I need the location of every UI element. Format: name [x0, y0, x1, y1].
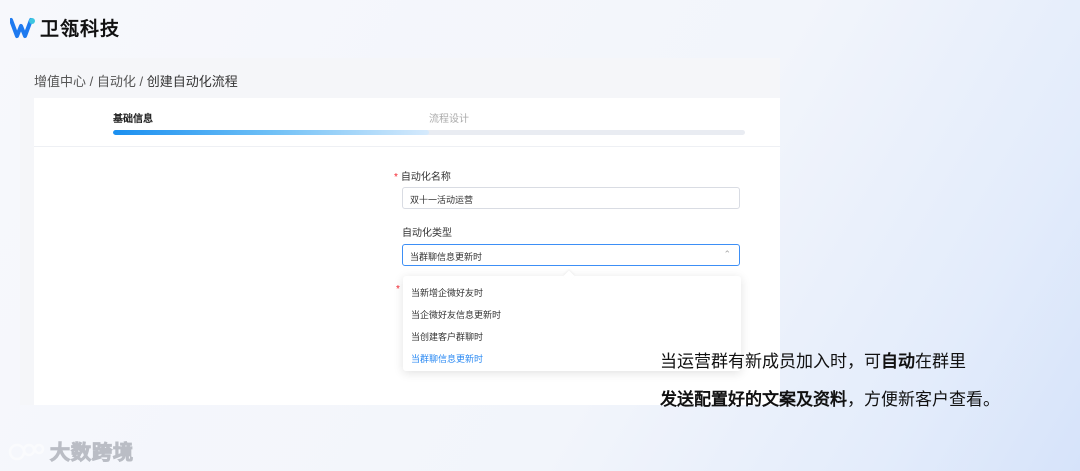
breadcrumb-separator: / [86, 74, 97, 89]
breadcrumb-item-automation[interactable]: 自动化 [97, 74, 136, 89]
steps-bar: 基础信息 流程设计 [34, 98, 780, 147]
caption-line-1: 当运营群有新成员加入时，可自动在群里 [660, 352, 966, 371]
dropdown-option[interactable]: 当新增企微好友时 [411, 286, 483, 299]
required-mark: * [396, 284, 400, 295]
automation-type-select[interactable]: 当群聊信息更新时 ⌃ [402, 244, 740, 266]
required-mark: * [394, 172, 398, 183]
step-flow-design[interactable]: 流程设计 [429, 110, 469, 125]
breadcrumb: 增值中心 / 自动化 / 创建自动化流程 [34, 71, 238, 90]
step-basic-info[interactable]: 基础信息 [113, 110, 153, 125]
step-progress-bar [113, 130, 745, 135]
caption-line-2: 发送配置好的文案及资料，方便新客户查看。 [660, 390, 1000, 409]
dropdown-option[interactable]: 当创建客户群聊时 [411, 330, 483, 343]
dashu-logo-icon [8, 443, 45, 460]
step-progress-fill [113, 130, 429, 135]
name-label: * 自动化名称 [394, 172, 451, 183]
dropdown-option[interactable]: 当企微好友信息更新时 [411, 308, 501, 321]
select-value: 当群聊信息更新时 [410, 252, 483, 262]
breadcrumb-current: 创建自动化流程 [146, 74, 238, 89]
weiling-logo-icon [10, 17, 35, 38]
chevron-up-icon: ⌃ [723, 249, 731, 259]
watermark-text: 大数跨境 [50, 442, 134, 465]
type-label: 自动化类型 [402, 228, 452, 239]
watermark: 大数跨境 [8, 436, 134, 465]
automation-name-input[interactable]: 双十一活动运营 [402, 187, 740, 209]
breadcrumb-item-value-center[interactable]: 增值中心 [34, 74, 86, 89]
brand-logo: 卫瓴科技 [10, 14, 120, 41]
dropdown-option-selected[interactable]: 当群聊信息更新时 [411, 352, 483, 365]
breadcrumb-separator: / [135, 74, 147, 89]
brand-name: 卫瓴科技 [40, 19, 121, 40]
